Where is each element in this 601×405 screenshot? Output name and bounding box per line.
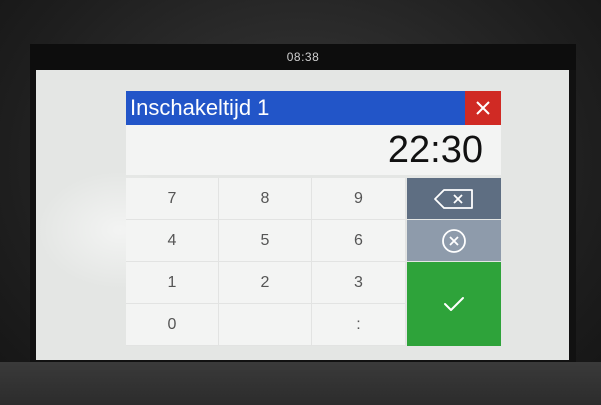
backspace-button[interactable] bbox=[407, 178, 501, 219]
key-0[interactable]: 0 bbox=[126, 304, 219, 346]
numeric-keypad: 7 8 9 4 5 6 1 2 3 0 : bbox=[126, 178, 406, 346]
key-6[interactable]: 6 bbox=[312, 220, 406, 262]
clear-circle-x-icon bbox=[442, 228, 466, 253]
key-4[interactable]: 4 bbox=[126, 220, 219, 262]
clear-button[interactable] bbox=[407, 220, 501, 261]
confirm-button[interactable] bbox=[407, 262, 501, 346]
time-value: 22:30 bbox=[387, 129, 483, 171]
close-button[interactable] bbox=[465, 91, 501, 125]
key-5[interactable]: 5 bbox=[219, 220, 312, 262]
close-icon bbox=[476, 101, 490, 115]
value-field: 22:30 bbox=[126, 125, 501, 175]
backspace-icon bbox=[434, 188, 473, 209]
dialog-title: Inschakeltijd 1 bbox=[130, 95, 270, 120]
key-empty bbox=[219, 304, 312, 346]
key-7[interactable]: 7 bbox=[126, 178, 219, 220]
key-8[interactable]: 8 bbox=[219, 178, 312, 220]
key-3[interactable]: 3 bbox=[312, 262, 406, 304]
checkmark-icon bbox=[444, 297, 464, 311]
key-2[interactable]: 2 bbox=[219, 262, 312, 304]
device-bezel-bottom bbox=[0, 362, 601, 405]
key-1[interactable]: 1 bbox=[126, 262, 219, 304]
key-colon[interactable]: : bbox=[312, 304, 406, 346]
status-time: 08:38 bbox=[286, 50, 320, 64]
status-bar: 08:38 bbox=[30, 44, 576, 70]
dialog-title-bar: Inschakeltijd 1 bbox=[126, 91, 465, 125]
key-9[interactable]: 9 bbox=[312, 178, 406, 220]
